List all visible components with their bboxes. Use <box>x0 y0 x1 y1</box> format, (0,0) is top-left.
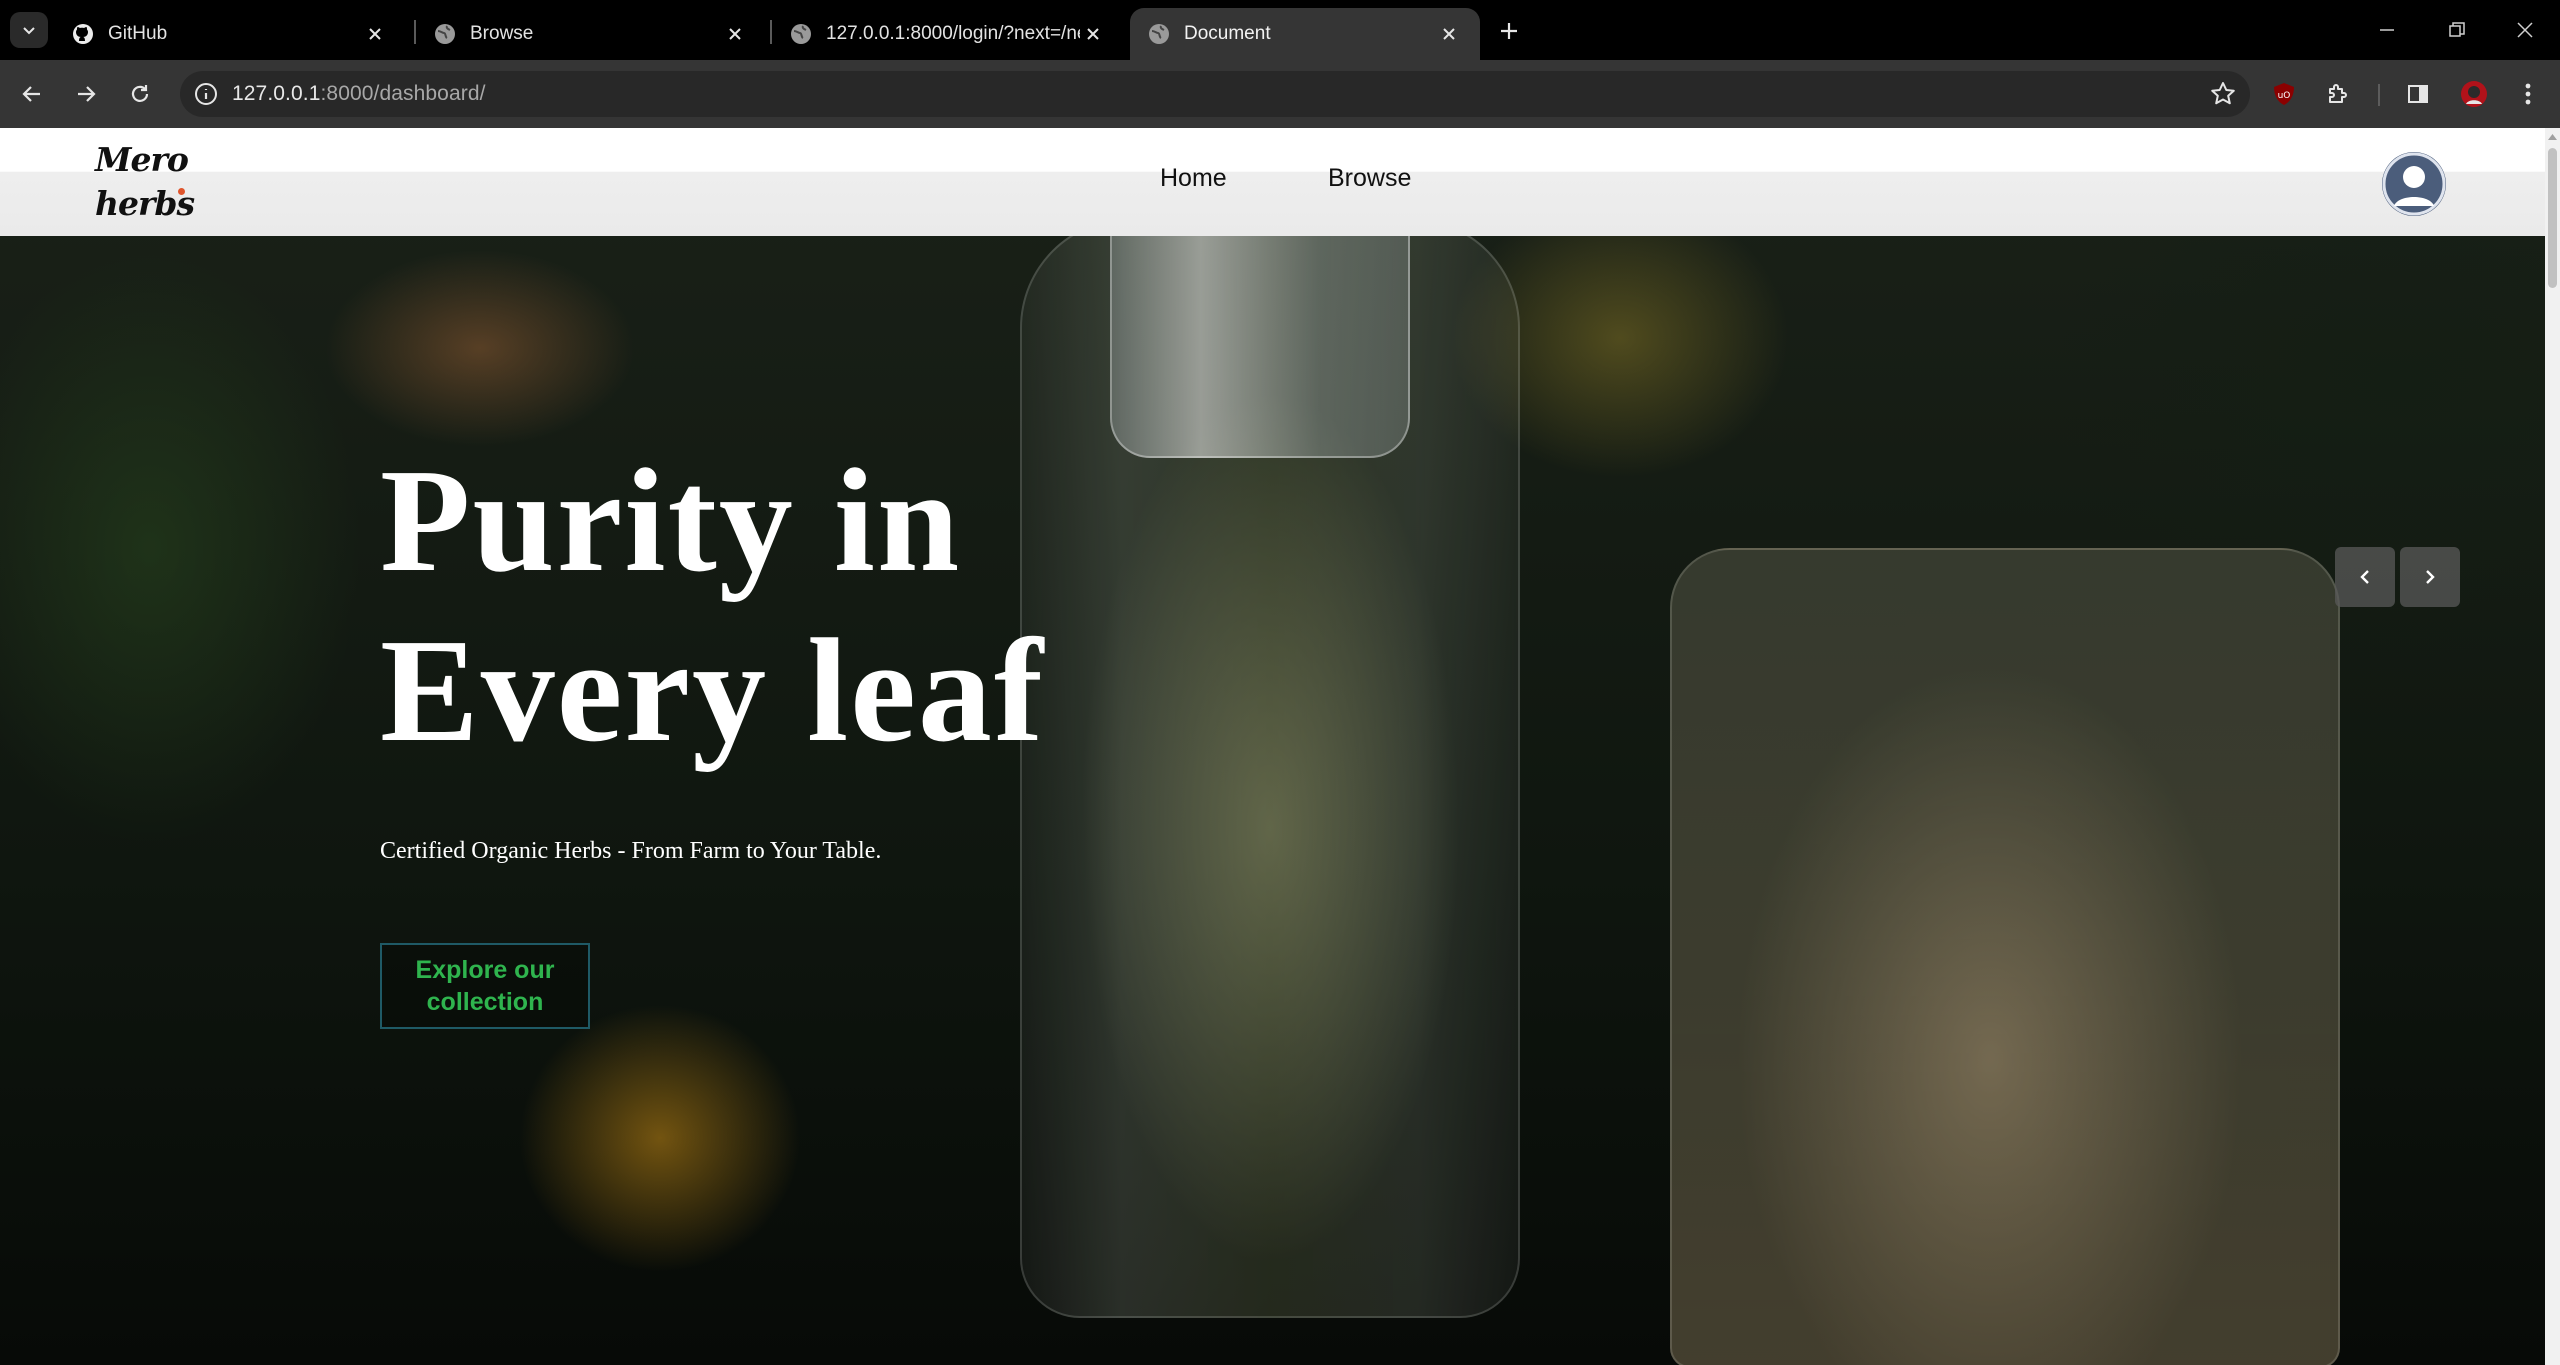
tab-login[interactable]: 127.0.0.1:8000/login/?next=/ne <box>772 8 1124 60</box>
carousel-next-button[interactable] <box>2400 547 2460 607</box>
minimize-icon <box>2380 29 2394 31</box>
tab-title: Browse <box>470 23 534 44</box>
tab-title: 127.0.0.1:8000/login/?next=/ne <box>826 23 1080 44</box>
site-logo[interactable]: Mero herbs <box>95 138 195 226</box>
globe-icon <box>791 24 811 44</box>
arrow-left-icon <box>22 86 40 102</box>
close-tab-icon[interactable] <box>362 21 388 47</box>
globe-icon <box>1149 24 1169 44</box>
browser-toolbar: 127.0.0.1:8000/dashboard/ uO <box>0 60 2560 128</box>
minimize-button[interactable] <box>2352 8 2422 52</box>
tab-title: Document <box>1184 23 1271 44</box>
tab-title: GitHub <box>108 23 168 44</box>
chevron-down-icon <box>23 27 35 35</box>
restore-button[interactable] <box>2422 8 2492 52</box>
scrollbar-thumb[interactable] <box>2548 148 2557 288</box>
logo-line1: Mero <box>95 140 189 179</box>
back-button[interactable] <box>12 74 52 114</box>
hero-title-line2: Every leaf <box>380 609 1046 773</box>
reload-button[interactable] <box>120 74 160 114</box>
url-text: 127.0.0.1:8000/dashboard/ <box>232 82 486 106</box>
github-icon <box>73 24 93 44</box>
new-tab-button[interactable] <box>1492 14 1526 48</box>
puzzle-icon <box>2329 84 2347 103</box>
tab-document[interactable]: Document <box>1130 8 1480 60</box>
user-avatar[interactable] <box>2382 152 2446 216</box>
web-page: Mero herbs Home Browse Purity in Every l… <box>0 128 2560 1365</box>
address-bar[interactable]: 127.0.0.1:8000/dashboard/ <box>180 71 2250 117</box>
tab-browse[interactable]: Browse <box>416 8 766 60</box>
arrow-right-icon <box>78 86 96 102</box>
close-tab-icon[interactable] <box>722 21 748 47</box>
hero-subtitle: Certified Organic Herbs - From Farm to Y… <box>380 838 882 864</box>
globe-icon <box>435 24 455 44</box>
site-info-icon[interactable] <box>194 82 218 106</box>
hero-title-line1: Purity in <box>380 439 962 603</box>
close-window-button[interactable] <box>2490 8 2560 52</box>
browser-menu-button[interactable] <box>2508 74 2548 114</box>
url-host: 127.0.0.1 <box>232 82 321 105</box>
bookmark-star-icon[interactable] <box>2210 81 2236 107</box>
close-icon <box>2517 22 2533 38</box>
svg-text:uO: uO <box>2278 91 2291 101</box>
side-panel-button[interactable] <box>2398 74 2438 114</box>
hero-title: Purity in Every leaf <box>380 436 1045 776</box>
tab-github[interactable]: GitHub <box>54 8 406 60</box>
forward-button[interactable] <box>66 74 106 114</box>
chevron-right-icon <box>2426 570 2435 584</box>
ublock-extension-button[interactable]: uO <box>2264 74 2304 114</box>
carousel-prev-button[interactable] <box>2335 547 2395 607</box>
toolbar-divider <box>2378 84 2380 106</box>
explore-collection-button[interactable]: Explore our collection <box>380 943 590 1029</box>
jar-photo <box>1670 548 2340 1365</box>
nav-home-link[interactable]: Home <box>1160 164 1227 193</box>
close-tab-icon[interactable] <box>1080 21 1106 47</box>
side-panel-icon <box>2408 85 2428 103</box>
logo-dot <box>178 188 185 195</box>
kebab-menu-icon <box>2525 83 2531 105</box>
reload-icon <box>131 85 149 102</box>
plus-icon <box>1501 23 1517 39</box>
profile-avatar-icon <box>2461 81 2487 107</box>
tab-search-button[interactable] <box>10 12 48 48</box>
ublock-shield-icon: uO <box>2274 83 2294 105</box>
profile-button[interactable] <box>2454 74 2494 114</box>
user-avatar-icon <box>2382 152 2446 216</box>
page-scrollbar[interactable] <box>2545 128 2560 1365</box>
nav-browse-link[interactable]: Browse <box>1328 164 1411 193</box>
browser-tab-strip: GitHub Browse 127.0.0.1:8000/login/?next… <box>0 0 2560 60</box>
close-tab-icon[interactable] <box>1436 21 1462 47</box>
restore-icon <box>2449 22 2465 37</box>
scroll-up-arrow-icon[interactable] <box>2547 132 2558 142</box>
extensions-button[interactable] <box>2318 74 2358 114</box>
url-path: :8000/dashboard/ <box>320 82 486 105</box>
chevron-left-icon <box>2360 570 2369 584</box>
site-header: Mero herbs Home Browse <box>0 128 2545 236</box>
